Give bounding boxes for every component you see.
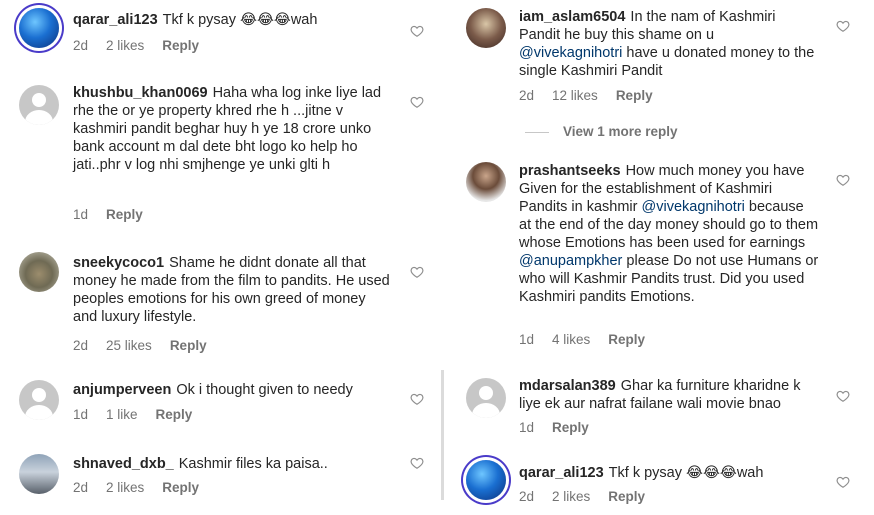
- likes-count[interactable]: 4 likes: [552, 332, 590, 347]
- comment-meta: 2d 2 likes Reply: [519, 489, 663, 504]
- mention-link[interactable]: @vivekagnihotri: [519, 45, 622, 61]
- reply-button[interactable]: Reply: [608, 332, 645, 347]
- comment-text: iam_aslam6504 In the nam of Kashmiri Pand…: [519, 8, 819, 80]
- comment-body-text: Kashmir files ka paisa..: [178, 456, 328, 472]
- heart-outline-icon[interactable]: [836, 173, 850, 187]
- comment-text: mdarsalan389 Ghar ka furniture kharidne k…: [519, 377, 819, 413]
- avatar[interactable]: [19, 454, 59, 494]
- reply-button[interactable]: Reply: [616, 88, 653, 103]
- avatar[interactable]: [466, 162, 506, 202]
- comment-text: shnaved_dxb_ Kashmir files ka paisa..: [73, 455, 393, 473]
- comment-timestamp[interactable]: 1d: [519, 332, 534, 347]
- comment-meta: 1d 1 like Reply: [73, 407, 210, 422]
- avatar[interactable]: [19, 85, 59, 125]
- heart-outline-icon[interactable]: [410, 265, 424, 279]
- reply-button[interactable]: Reply: [106, 207, 143, 222]
- comment-username[interactable]: khushbu_khan0069: [73, 85, 208, 101]
- comment-timestamp[interactable]: 1d: [73, 207, 88, 222]
- heart-outline-icon[interactable]: [410, 95, 424, 109]
- likes-count[interactable]: 2 likes: [552, 489, 590, 504]
- comment-text: prashantseeks How much money you have Giv…: [519, 162, 819, 306]
- comment-timestamp[interactable]: 1d: [519, 420, 534, 435]
- comment-username[interactable]: anjumperveen: [73, 382, 171, 398]
- comment-username[interactable]: qarar_ali123: [519, 465, 604, 481]
- reply-button[interactable]: Reply: [162, 38, 199, 53]
- comment-meta: 2d 12 likes Reply: [519, 88, 671, 103]
- reply-button[interactable]: Reply: [170, 338, 207, 353]
- comment-timestamp[interactable]: 2d: [73, 338, 88, 353]
- comment-body-text: Tkf k pysay 😂😂😂wah: [608, 465, 764, 481]
- reply-button[interactable]: Reply: [608, 489, 645, 504]
- comment-text: qarar_ali123 Tkf k pysay 😂😂😂wah: [519, 464, 819, 482]
- heart-outline-icon[interactable]: [410, 392, 424, 406]
- right-comment-column: iam_aslam6504 In the nam of Kashmiri Pand…: [446, 0, 874, 515]
- comment-meta: 2d 25 likes Reply: [73, 338, 225, 353]
- avatar[interactable]: [19, 380, 59, 420]
- comment-text: qarar_ali123 Tkf k pysay 😂😂😂wah: [73, 11, 353, 29]
- view-replies-line: [525, 131, 549, 133]
- likes-count[interactable]: 1 like: [106, 407, 138, 422]
- comment-username[interactable]: shnaved_dxb_: [73, 456, 174, 472]
- heart-outline-icon[interactable]: [836, 475, 850, 489]
- comment-meta: 1d 4 likes Reply: [519, 332, 663, 347]
- heart-outline-icon[interactable]: [836, 19, 850, 33]
- reply-button[interactable]: Reply: [162, 480, 199, 495]
- comment-text: khushbu_khan0069 Haha wha log inke liye l…: [73, 84, 393, 174]
- comment-body-text: Ok i thought given to needy: [176, 382, 353, 398]
- comment-timestamp[interactable]: 1d: [73, 407, 88, 422]
- comment-timestamp[interactable]: 2d: [73, 480, 88, 495]
- comment-meta: 2d 2 likes Reply: [73, 38, 217, 53]
- avatar[interactable]: [19, 8, 59, 48]
- comment-username[interactable]: prashantseeks: [519, 163, 621, 179]
- likes-count[interactable]: 2 likes: [106, 38, 144, 53]
- reply-button[interactable]: Reply: [552, 420, 589, 435]
- likes-count[interactable]: 25 likes: [106, 338, 152, 353]
- comment-username[interactable]: iam_aslam6504: [519, 9, 625, 25]
- comment-body-text: Tkf k pysay 😂😂😂wah: [162, 12, 318, 28]
- comment-username[interactable]: qarar_ali123: [73, 12, 158, 28]
- comment-timestamp[interactable]: 2d: [519, 489, 534, 504]
- avatar[interactable]: [466, 460, 506, 500]
- view-more-replies-button[interactable]: View 1 more reply: [525, 124, 678, 139]
- comment-meta: 1d Reply: [519, 420, 607, 435]
- avatar[interactable]: [466, 8, 506, 48]
- heart-outline-icon[interactable]: [410, 24, 424, 38]
- reply-thread-divider: [441, 370, 444, 500]
- mention-link[interactable]: @vivekagnihotri: [642, 199, 745, 215]
- comment-timestamp[interactable]: 2d: [519, 88, 534, 103]
- mention-link[interactable]: @anupampkher: [519, 253, 622, 269]
- avatar[interactable]: [466, 378, 506, 418]
- comment-meta: 1d Reply: [73, 207, 161, 222]
- comment-meta: 2d 2 likes Reply: [73, 480, 217, 495]
- likes-count[interactable]: 2 likes: [106, 480, 144, 495]
- comment-text: sneekycoco1 Shame he didnt donate all tha…: [73, 254, 393, 326]
- left-comment-column: qarar_ali123 Tkf k pysay 😂😂😂wah 2d 2 likes R…: [0, 0, 438, 515]
- avatar[interactable]: [19, 252, 59, 292]
- comment-username[interactable]: mdarsalan389: [519, 378, 616, 394]
- heart-outline-icon[interactable]: [410, 456, 424, 470]
- reply-button[interactable]: Reply: [156, 407, 193, 422]
- comment-username[interactable]: sneekycoco1: [73, 255, 164, 271]
- comment-timestamp[interactable]: 2d: [73, 38, 88, 53]
- comment-text: anjumperveen Ok i thought given to needy: [73, 381, 393, 399]
- view-more-replies-label: View 1 more reply: [563, 124, 678, 139]
- heart-outline-icon[interactable]: [836, 389, 850, 403]
- likes-count[interactable]: 12 likes: [552, 88, 598, 103]
